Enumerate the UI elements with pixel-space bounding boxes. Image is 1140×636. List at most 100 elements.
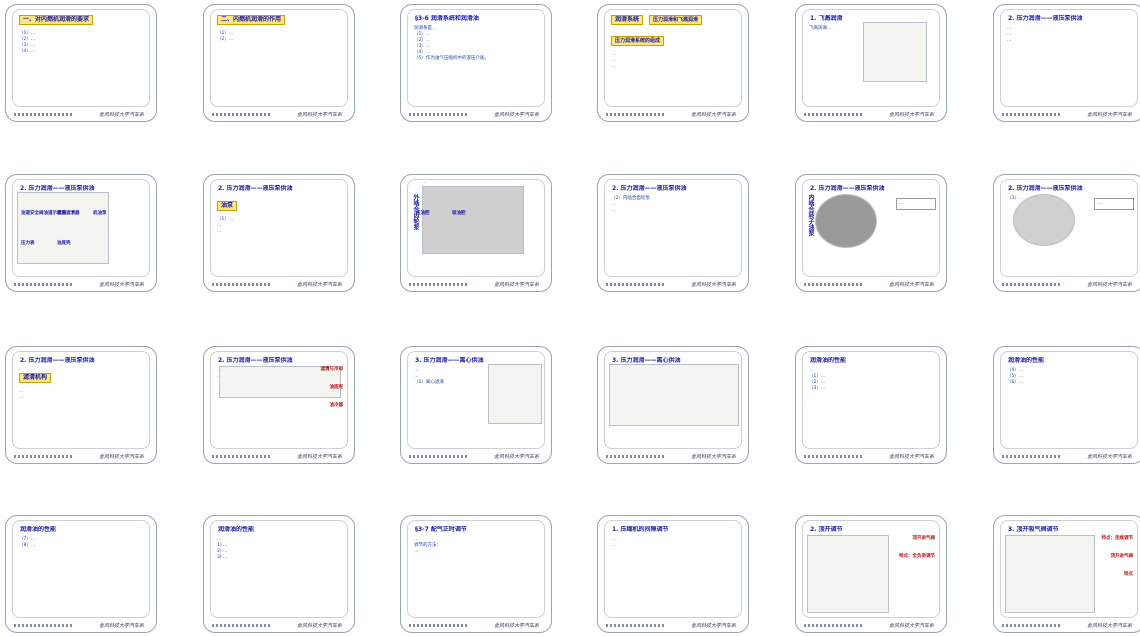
footer-decoration xyxy=(804,113,864,116)
slide-thumbnail[interactable]: 3. 压力润滑——离心供油…… （1）离心滤清 金风科技大学汽车系 xyxy=(400,346,552,464)
slide-body-line: … xyxy=(611,64,616,69)
slide-thumbnail[interactable]: 润滑油的性能 … 1) … 2) … 3) … 金风科技大学汽车系 xyxy=(203,515,355,633)
slide-figure xyxy=(863,22,927,82)
slide-frame: 润滑油的性能 （7）… （8）… xyxy=(12,520,150,618)
figure-tag: 油冷器 xyxy=(329,403,344,408)
footer-signature: 金风科技大学汽车系 xyxy=(1086,454,1132,460)
slide-thumbnail[interactable]: 外啮合齿轮泵……压油腔吸油腔金风科技大学汽车系 xyxy=(400,174,552,292)
slide-title: 润滑系统 xyxy=(611,15,644,25)
slide-section-box: 滤清机构 xyxy=(19,373,52,383)
slide-title: 二、内燃机润滑的作用 xyxy=(217,15,286,25)
slide-thumbnail[interactable]: 2. 压力润滑——液压泵供油 滤清机构 …… 金风科技大学汽车系 xyxy=(5,346,157,464)
footer-signature: 金风科技大学汽车系 xyxy=(296,112,342,118)
figure-tag: 顶开进气阀 xyxy=(1110,554,1134,559)
slide-body-line: … xyxy=(611,543,616,548)
slide-title: 润滑油的性能 xyxy=(810,357,847,364)
slide-figure xyxy=(488,364,542,424)
slide-footer: 金风科技大学汽车系 xyxy=(598,451,748,460)
slide-frame: 2. 压力润滑——液压泵供油 （3）…… xyxy=(1000,179,1138,277)
footer-decoration xyxy=(212,283,272,286)
slide-title: 3. 顶开吸气阀调节 xyxy=(1008,526,1059,533)
slide-section-box: 压力润滑系统的组成 xyxy=(611,36,665,46)
slide-thumbnail[interactable]: 2. 压力润滑——液压泵供油 油道安全阀油道示意图 机油滤清器 机油泵 压力表 油底壳 金风… xyxy=(5,174,157,292)
slide-thumbnail[interactable]: 一、对内燃机润滑的要求 （1）… （2）… （3）… （4）… 金风科技大学汽车系 xyxy=(5,4,157,122)
slide-body-line: … xyxy=(1007,38,1012,43)
slide-frame: 3. 顶开吸气阀调节 特点：连续调节 顶开进气阀 特点 xyxy=(1000,520,1138,618)
footer-signature: 金风科技大学汽车系 xyxy=(493,623,539,629)
slide-thumbnail[interactable]: 润滑油的性能 （7）… （8）… 金风科技大学汽车系 xyxy=(5,515,157,633)
slide-title: 2. 压力润滑——液压泵供油 xyxy=(218,185,293,192)
slide-title: §3-7 配气正时调节 xyxy=(415,526,467,533)
figure-tag: 顶开进气阀 xyxy=(912,536,936,541)
slide-thumbnail[interactable]: §3-6 润滑系统和润滑油 润滑系是… （1）… （2）… （3）… （4）… （5）作为油… xyxy=(400,4,552,122)
slide-thumbnail[interactable]: 2. 压力润滑——液压泵供油 内啮合转子油泵 … 金风科技大学汽车系 xyxy=(795,174,947,292)
slide-thumbnail[interactable]: 二、内燃机润滑的作用 （1）… （2）… 金风科技大学汽车系 xyxy=(203,4,355,122)
slide-footer: 金风科技大学汽车系 xyxy=(796,109,946,118)
slide-frame: 润滑系统 压力润滑和飞溅润滑压力润滑系统的组成 ……… xyxy=(604,9,742,107)
slide-body-text: （1）… （2）… （3）… （4）… xyxy=(19,31,143,55)
figure-label: 机油泵 xyxy=(93,211,107,216)
slide-thumbnail[interactable]: 3. 顶开吸气阀调节 特点：连续调节 顶开进气阀 特点 金风科技大学汽车系 xyxy=(993,515,1140,633)
slide-thumbnail[interactable]: 1. 飞溅润滑 飞溅润滑… 金风科技大学汽车系 xyxy=(795,4,947,122)
slide-title: 润滑油的性能 xyxy=(20,526,57,533)
slide-thumbnail[interactable]: 润滑油的性能 … （1）… （2）… （3）… 金风科技大学汽车系 xyxy=(795,346,947,464)
slide-footer: 金风科技大学汽车系 xyxy=(401,451,551,460)
slide-body-text: 润滑系是… （1）… （2）… （3）… （4）… （5）作为油气压缩机中的液压介质。 xyxy=(414,26,538,62)
slide-footer: 金风科技大学汽车系 xyxy=(6,279,156,288)
slide-thumbnail[interactable]: 2. 压力润滑——液压泵供油 油泵 （1）……… 金风科技大学汽车系 xyxy=(203,174,355,292)
slide-footer: 金风科技大学汽车系 xyxy=(994,451,1140,460)
footer-signature: 金风科技大学汽车系 xyxy=(888,282,934,288)
slide-footer: 金风科技大学汽车系 xyxy=(6,109,156,118)
slide-thumbnail[interactable]: 2. 压力润滑——液压泵供油 ……… 金风科技大学汽车系 xyxy=(993,4,1140,122)
figure-label: 机油滤清器 xyxy=(57,211,80,216)
footer-decoration xyxy=(804,455,864,458)
slide-thumbnail[interactable]: 润滑系统 压力润滑和飞溅润滑压力润滑系统的组成 ……… 金风科技大学汽车系 xyxy=(597,4,749,122)
footer-decoration xyxy=(409,624,469,627)
footer-decoration xyxy=(606,283,666,286)
footer-signature: 金风科技大学汽车系 xyxy=(690,112,736,118)
footer-decoration xyxy=(14,283,74,286)
slide-body-text: … 1) … 2) … 3) … xyxy=(217,537,341,561)
footer-signature: 金风科技大学汽车系 xyxy=(493,282,539,288)
slide-vertical-label: 内啮合转子油泵 xyxy=(807,194,814,236)
slide-title: 润滑油的性能 xyxy=(218,526,255,533)
footer-decoration xyxy=(409,283,469,286)
slide-thumbnail[interactable]: 润滑油的性能 （4）… （5）… （6）… 金风科技大学汽车系 xyxy=(993,346,1140,464)
figure-tag: 特点：连续调节 xyxy=(1101,536,1134,541)
slide-side-note: … xyxy=(1094,198,1134,210)
figure-tag: 滤清与冷却 xyxy=(320,367,344,372)
figure-tag: 特点：全负荷调节 xyxy=(899,554,935,559)
slide-title: 2. 压力润滑——液压泵供油 xyxy=(218,357,293,364)
slide-thumbnail[interactable]: 1. 压缩机的间隙调节 …… 金风科技大学汽车系 xyxy=(597,515,749,633)
footer-signature: 金风科技大学汽车系 xyxy=(98,282,144,288)
slide-body-line: … xyxy=(414,549,419,554)
slide-footer: 金风科技大学汽车系 xyxy=(598,620,748,629)
figure-label: 压油腔 xyxy=(416,211,430,216)
slide-thumbnail[interactable]: 2. 压力润滑——液压泵供油 （3）…… 金风科技大学汽车系 xyxy=(993,174,1140,292)
slide-body-text: （1）… （2）… xyxy=(217,31,341,43)
slide-body-line: （8）… xyxy=(19,543,36,548)
slide-footer: 金风科技大学汽车系 xyxy=(401,620,551,629)
slide-frame: 外啮合齿轮泵……压油腔吸油腔 xyxy=(407,179,545,277)
slide-thumbnail[interactable]: 2. 压力润滑——液压泵供油……滤清与冷却油底壳油冷器金风科技大学汽车系 xyxy=(203,346,355,464)
slide-thumbnail[interactable]: 2. 顶开调节 顶开进气阀 特点：全负荷调节 金风科技大学汽车系 xyxy=(795,515,947,633)
slide-body-line: … xyxy=(19,395,24,400)
slide-section-box: 压力润滑和飞溅润滑 xyxy=(649,15,703,25)
slide-figure xyxy=(815,194,877,248)
slide-frame: 2. 压力润滑——液压泵供油 （2）内啮合齿轮泵…… xyxy=(604,179,742,277)
slide-thumbnail[interactable]: 2. 压力润滑——液压泵供油 （2）内啮合齿轮泵…… 金风科技大学汽车系 xyxy=(597,174,749,292)
slide-footer: 金风科技大学汽车系 xyxy=(796,451,946,460)
footer-decoration xyxy=(1002,624,1062,627)
slide-title: 2. 压力润滑——液压泵供油 xyxy=(810,185,885,192)
figure-label: 压力表 xyxy=(21,241,35,246)
footer-decoration xyxy=(606,455,666,458)
slide-body-text: （2）内啮合齿轮泵…… xyxy=(611,196,735,214)
figure-label: 油底壳 xyxy=(57,241,71,246)
footer-decoration xyxy=(804,283,864,286)
slide-sorter-grid: 一、对内燃机润滑的要求 （1）… （2）… （3）… （4）… 金风科技大学汽车系 二、内燃… xyxy=(0,0,1140,636)
footer-signature: 金风科技大学汽车系 xyxy=(296,454,342,460)
slide-thumbnail[interactable]: 3. 压力润滑——离心供油… 金风科技大学汽车系 xyxy=(597,346,749,464)
slide-thumbnail[interactable]: §3-7 配气正时调节 … 调节的方法：… 金风科技大学汽车系 xyxy=(400,515,552,633)
footer-decoration xyxy=(212,624,272,627)
footer-decoration xyxy=(409,455,469,458)
